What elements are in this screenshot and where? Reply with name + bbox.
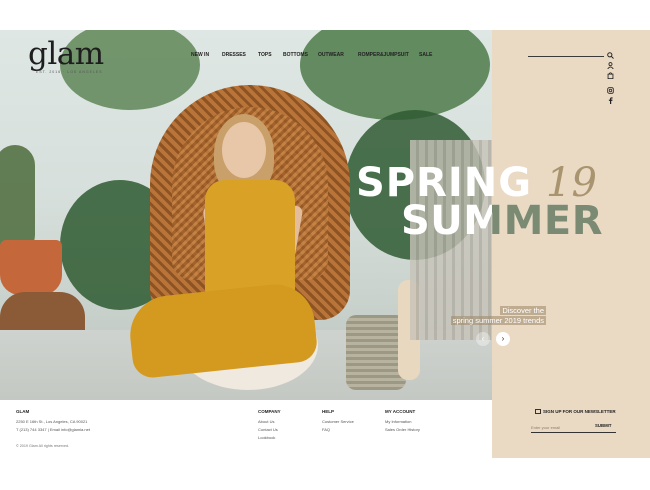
nav-item-tops[interactable]: TOPS <box>258 52 272 58</box>
newsletter-title: SIGN UP FOR OUR NEWSLETTER <box>543 409 616 414</box>
footer-contact: T (213) 744 3347 | Email info@glamla.net <box>16 427 90 432</box>
search-icon[interactable] <box>606 52 614 60</box>
mail-icon <box>535 409 541 414</box>
hero-title-summer-tail: SUMMER <box>492 198 604 244</box>
footer-company-title: COMPANY <box>258 409 281 414</box>
brand-tagline: EST. 2016 · LOS ANGELES <box>36 70 103 74</box>
hero-title-summer-overlay: SUMMER <box>492 198 622 244</box>
newsletter-submit-button[interactable]: SUBMIT <box>595 423 611 428</box>
hero-cta[interactable]: Discover the spring summer 2019 trends <box>450 306 546 325</box>
hero-cta-line2: spring summer 2019 trends <box>450 315 546 325</box>
model-face <box>222 122 266 178</box>
nav-item-bottoms[interactable]: BOTTOMS <box>283 52 308 58</box>
nav-item-dresses[interactable]: DRESSES <box>222 52 246 58</box>
user-icon[interactable] <box>606 62 614 70</box>
nav-item-new-in[interactable]: NEW IN <box>191 52 209 58</box>
facebook-icon[interactable] <box>606 97 614 105</box>
basket <box>346 315 406 390</box>
footer-link-lookbook[interactable]: Lookbook <box>258 435 275 440</box>
brand-logo[interactable]: glam <box>28 36 104 72</box>
plant-leaves <box>300 30 490 120</box>
footer-account-title: MY ACCOUNT <box>385 409 416 414</box>
top-band <box>0 0 650 30</box>
slider-prev-button[interactable]: ‹ <box>476 332 490 346</box>
model-jumpsuit <box>205 180 295 300</box>
footer-brand: GLAM <box>16 409 30 414</box>
footer-link-faq[interactable]: FAQ <box>322 427 330 432</box>
hero-cta-line1: Discover the <box>500 306 546 315</box>
bag-icon[interactable] <box>606 72 614 80</box>
nav-item-romper-jumpsuit[interactable]: ROMPER&JUMPSUIT <box>358 52 409 58</box>
instagram-icon[interactable] <box>606 87 614 95</box>
cactus <box>0 145 35 255</box>
newsletter-input-underline <box>531 432 616 433</box>
footer-help-title: HELP <box>322 409 335 414</box>
footer-link-my-information[interactable]: My Information <box>385 419 411 424</box>
footer-link-customer-service[interactable]: Customer Service <box>322 419 354 424</box>
page: glam EST. 2016 · LOS ANGELES NEW IN DRES… <box>0 0 650 490</box>
search-input-line[interactable] <box>528 56 604 57</box>
footer-link-contact[interactable]: Contact Us <box>258 427 278 432</box>
side-panel <box>492 30 650 458</box>
footer-link-order-history[interactable]: Sales Order History <box>385 427 420 432</box>
nav-item-outwear[interactable]: OUTWEAR <box>318 52 344 58</box>
footer-copyright: © 2019 Glam All rights reserved. <box>16 444 70 448</box>
clay-pot <box>0 240 62 295</box>
nav-item-sale[interactable]: SALE <box>419 52 432 58</box>
footer-link-about[interactable]: About Us <box>258 419 274 424</box>
footer-address: 2250 E 16th St., Los Angeles, CA 90021 <box>16 419 88 424</box>
newsletter-email-input[interactable] <box>531 423 591 431</box>
slider-next-button[interactable]: › <box>496 332 510 346</box>
